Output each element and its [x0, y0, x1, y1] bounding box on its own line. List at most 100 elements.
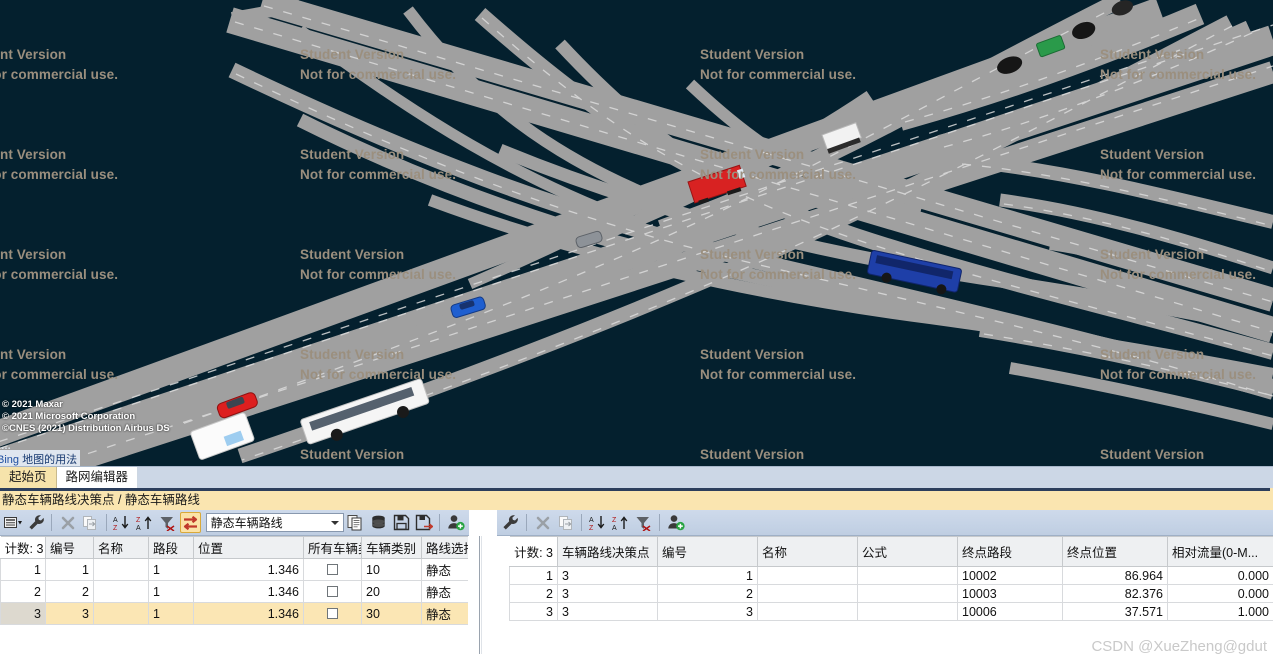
panel-splitter[interactable]: [469, 510, 497, 659]
cell-decision-point[interactable]: 3: [557, 584, 658, 603]
chevron-down-icon[interactable]: [330, 521, 339, 525]
table-row[interactable]: 1 3 1 10002 86.964 0.000: [509, 566, 1273, 585]
splitter-handle[interactable]: [479, 536, 482, 654]
cell-name[interactable]: [757, 584, 858, 603]
tab-start-page[interactable]: 起始页: [0, 467, 57, 488]
sync-refresh-icon[interactable]: [179, 512, 201, 533]
cell-route-choice[interactable]: 静态: [421, 602, 468, 625]
copy-pages-icon[interactable]: [346, 512, 367, 533]
svg-text:A: A: [589, 517, 594, 524]
document-tab-strip[interactable]: 起始页 路网编辑器: [0, 466, 1273, 488]
left-grid-scroll[interactable]: 计数: 3 编号 名称 路段 位置 所有车辆类型 车辆类别 路线选择方法 1: [0, 536, 469, 659]
cell-name[interactable]: [93, 580, 149, 603]
column-header-name[interactable]: 名称: [757, 536, 858, 567]
cell-dest-position[interactable]: 86.964: [1062, 566, 1168, 585]
cell-dest-link[interactable]: 10003: [957, 584, 1063, 603]
cell-name[interactable]: [93, 558, 149, 581]
road-network-render[interactable]: [0, 0, 1273, 466]
sort-az-icon[interactable]: A Z: [112, 512, 133, 533]
cell-name[interactable]: [757, 566, 858, 585]
checkbox-unchecked-icon[interactable]: [327, 563, 338, 575]
cell-dest-position[interactable]: 37.571: [1062, 602, 1168, 621]
cell-link[interactable]: 1: [148, 602, 194, 625]
list-dropdown-icon[interactable]: [3, 512, 24, 533]
cell-relative-flow[interactable]: 0.000: [1167, 584, 1273, 603]
duplicate-icon[interactable]: [80, 512, 101, 533]
checkbox-unchecked-icon[interactable]: [327, 607, 338, 619]
add-user-icon[interactable]: [445, 512, 466, 533]
filter-clear-icon[interactable]: [633, 512, 654, 533]
sort-az-icon[interactable]: A Z: [587, 512, 608, 533]
table-row[interactable]: 2 3 2 10003 82.376 0.000: [509, 584, 1273, 603]
right-grid-scroll[interactable]: 计数: 3 车辆路线决策点 编号 名称 公式 终点路段 终点位置 相对流量(0-…: [497, 536, 1273, 659]
delete-x-icon[interactable]: [532, 512, 553, 533]
left-panel-toolbar[interactable]: A Z Z A 静态车辆路线: [0, 510, 469, 536]
column-header-formula[interactable]: 公式: [857, 536, 958, 567]
cell-id[interactable]: 1: [45, 558, 94, 581]
right-panel-toolbar[interactable]: A Z Z A: [497, 510, 1273, 536]
column-header-route-choice[interactable]: 路线选择方法: [421, 536, 468, 559]
cell-link[interactable]: 1: [148, 558, 194, 581]
cell-link[interactable]: 1: [148, 580, 194, 603]
table-row[interactable]: 3 3 1 1.346 30 静态: [0, 602, 468, 625]
cell-id[interactable]: 3: [45, 602, 94, 625]
column-header-name[interactable]: 名称: [93, 536, 149, 559]
sort-za-icon[interactable]: Z A: [610, 512, 631, 533]
wrench-icon[interactable]: [26, 512, 47, 533]
cell-id[interactable]: 1: [657, 566, 758, 585]
cell-dest-link[interactable]: 10002: [957, 566, 1063, 585]
toolbar-separator: [439, 514, 441, 531]
list-selector-combo[interactable]: 静态车辆路线: [205, 513, 344, 532]
column-header-relative-flow[interactable]: 相对流量(0-M...: [1167, 536, 1273, 567]
delete-x-icon[interactable]: [57, 512, 78, 533]
cell-relative-flow[interactable]: 0.000: [1167, 566, 1273, 585]
tab-network-editor[interactable]: 路网编辑器: [56, 467, 139, 488]
cell-name[interactable]: [93, 602, 149, 625]
checkbox-unchecked-icon[interactable]: [327, 585, 338, 597]
cell-position[interactable]: 1.346: [193, 580, 304, 603]
cell-relative-flow[interactable]: 1.000: [1167, 602, 1273, 621]
map-viewport[interactable]: Student VersionNot for commercial use. S…: [0, 0, 1273, 466]
column-header-position[interactable]: 位置: [193, 536, 304, 559]
table-row[interactable]: 3 3 3 10006 37.571 1.000: [509, 602, 1273, 621]
column-header-dest-position[interactable]: 终点位置: [1062, 536, 1168, 567]
cell-decision-point[interactable]: 3: [557, 602, 658, 621]
column-header-dest-link[interactable]: 终点路段: [957, 536, 1063, 567]
cell-all-vehicle-types[interactable]: [303, 602, 362, 625]
save-icon[interactable]: [391, 512, 412, 533]
wrench-icon[interactable]: [500, 512, 521, 533]
cell-all-vehicle-types[interactable]: [303, 558, 362, 581]
cell-dest-link[interactable]: 10006: [957, 602, 1063, 621]
database-icon[interactable]: [368, 512, 389, 533]
combo-value: 静态车辆路线: [210, 516, 283, 530]
duplicate-icon[interactable]: [555, 512, 576, 533]
add-user-icon[interactable]: [665, 512, 686, 533]
table-row[interactable]: 2 2 1 1.346 20 静态: [0, 580, 468, 603]
cell-vehicle-class[interactable]: 20: [361, 580, 422, 603]
cell-route-choice[interactable]: 静态: [421, 580, 468, 603]
filter-clear-icon[interactable]: [157, 512, 178, 533]
cell-all-vehicle-types[interactable]: [303, 580, 362, 603]
toolbar-separator: [659, 514, 660, 531]
cell-vehicle-class[interactable]: 30: [361, 602, 422, 625]
cell-id[interactable]: 3: [657, 602, 758, 621]
cell-name[interactable]: [757, 602, 858, 621]
save-as-icon[interactable]: [414, 512, 435, 533]
column-header-link[interactable]: 路段: [148, 536, 194, 559]
cell-vehicle-class[interactable]: 10: [361, 558, 422, 581]
column-header-decision-point[interactable]: 车辆路线决策点: [557, 536, 658, 567]
cell-dest-position[interactable]: 82.376: [1062, 584, 1168, 603]
column-header-id[interactable]: 编号: [45, 536, 94, 559]
cell-position[interactable]: 1.346: [193, 558, 304, 581]
column-header-all-vehicle-types[interactable]: 所有车辆类型: [303, 536, 362, 559]
column-header-vehicle-class[interactable]: 车辆类别: [361, 536, 422, 559]
cell-id[interactable]: 2: [45, 580, 94, 603]
table-row[interactable]: 1 1 1 1.346 10 静态: [0, 558, 468, 581]
column-header-id[interactable]: 编号: [657, 536, 758, 567]
cell-position[interactable]: 1.346: [193, 602, 304, 625]
sort-za-icon[interactable]: Z A: [134, 512, 155, 533]
bing-maps-help-link[interactable]: Bing 地图的用法: [0, 450, 81, 466]
cell-id[interactable]: 2: [657, 584, 758, 603]
cell-route-choice[interactable]: 静态: [421, 558, 468, 581]
cell-decision-point[interactable]: 3: [557, 566, 658, 585]
